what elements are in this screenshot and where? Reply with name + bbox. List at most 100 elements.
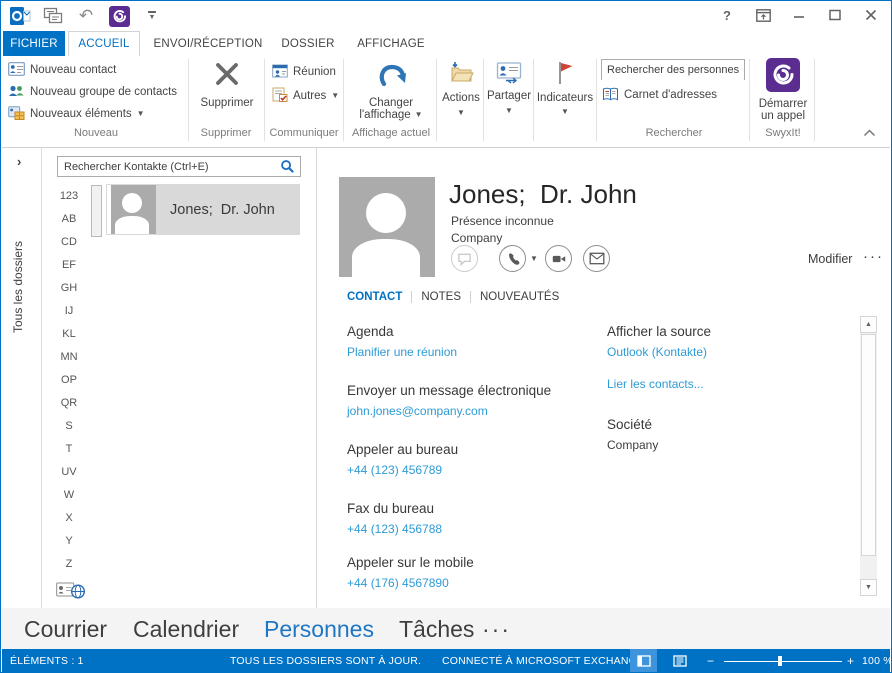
alpha-index-x[interactable]: X	[54, 512, 84, 524]
more-communicate-button[interactable]: Autres ▼	[272, 86, 339, 106]
search-icon[interactable]	[280, 159, 295, 174]
actions-button[interactable]: Actions ▼	[439, 60, 483, 117]
tab-notes[interactable]: NOTES	[421, 291, 461, 303]
more-options-icon[interactable]: ···	[863, 248, 884, 265]
alpha-index-ij[interactable]: IJ	[54, 305, 84, 317]
phone-options-chevron-icon[interactable]: ▼	[530, 255, 538, 263]
field-work-fax: Fax du bureau +44 (123) 456788	[347, 501, 597, 536]
alpha-index-y[interactable]: Y	[54, 535, 84, 547]
find-people-searchbox[interactable]	[601, 59, 745, 80]
address-book-button[interactable]: Carnet d'adresses	[602, 85, 717, 105]
share-card-icon	[496, 60, 522, 87]
work-phone-link[interactable]: +44 (123) 456789	[347, 463, 597, 477]
alpha-index-ab[interactable]: AB	[54, 213, 84, 225]
share-button[interactable]: Partager ▼	[486, 60, 532, 115]
link-contacts-link[interactable]: Lier les contacts...	[607, 377, 704, 391]
alpha-index-qr[interactable]: QR	[54, 397, 84, 409]
mobile-phone-link[interactable]: +44 (176) 4567890	[347, 576, 597, 590]
change-view-label-2: l'affichage	[359, 109, 410, 121]
contact-list-pane: 123 AB CD EF GH IJ KL MN OP QR S T UV W …	[43, 148, 317, 608]
zoom-out-icon[interactable]: −	[707, 654, 714, 668]
contact-presence: Présence inconnue	[451, 214, 554, 228]
alpha-index-s[interactable]: S	[54, 420, 84, 432]
contact-searchbox[interactable]	[57, 156, 301, 177]
tab-contact[interactable]: CONTACT	[347, 291, 402, 303]
alpha-index-cd[interactable]: CD	[54, 236, 84, 248]
group-label-rechercher: Rechercher	[599, 127, 749, 139]
alpha-index-123[interactable]: 123	[54, 190, 84, 202]
reading-pane-scrollbar[interactable]: ▲ ▼	[860, 316, 877, 596]
delete-button[interactable]: Supprimer	[194, 60, 260, 109]
tab-dossier[interactable]: DOSSIER	[276, 31, 340, 56]
alpha-index-w[interactable]: W	[54, 489, 84, 501]
alpha-index-uv[interactable]: UV	[54, 466, 84, 478]
tab-fichier[interactable]: FICHIER	[3, 31, 65, 56]
contact-list-item-selected[interactable]: Jones; Dr. John	[106, 184, 300, 235]
contact-search-input[interactable]	[58, 161, 280, 173]
expand-folder-pane-icon[interactable]: ›	[17, 154, 21, 169]
zoom-in-icon[interactable]: +	[847, 654, 854, 668]
scrollbar-thumb[interactable]	[861, 334, 876, 556]
customize-toolbar-icon[interactable]: ▼	[141, 5, 163, 27]
im-chat-icon[interactable]	[451, 245, 478, 272]
alpha-index-t[interactable]: T	[54, 443, 84, 455]
schedule-meeting-link[interactable]: Planifier une réunion	[347, 345, 597, 359]
zoom-slider-track[interactable]	[724, 661, 842, 662]
alpha-index-ef[interactable]: EF	[54, 259, 84, 271]
call-phone-icon[interactable]	[499, 245, 526, 272]
contact-list-scrollbar[interactable]	[91, 185, 102, 237]
field-label: Appeler au bureau	[347, 442, 597, 457]
video-call-icon[interactable]	[545, 245, 572, 272]
nav-courrier[interactable]: Courrier	[24, 616, 107, 643]
folder-pane-label[interactable]: Tous les dossiers	[11, 241, 25, 333]
tab-nouveautes[interactable]: NOUVEAUTÉS	[480, 291, 559, 303]
alpha-index-op[interactable]: OP	[54, 374, 84, 386]
change-view-button[interactable]: Changer l'affichage▼	[348, 58, 434, 121]
ribbon-separator	[436, 59, 437, 141]
collapse-ribbon-icon[interactable]	[863, 124, 876, 142]
nav-calendrier[interactable]: Calendrier	[133, 616, 239, 643]
email-link[interactable]: john.jones@company.com	[347, 404, 597, 418]
help-icon[interactable]: ?	[717, 6, 737, 24]
zoom-slider-thumb[interactable]	[778, 656, 782, 666]
alpha-index-mn[interactable]: MN	[54, 351, 84, 363]
nav-taches[interactable]: Tâches	[399, 616, 474, 643]
meeting-button[interactable]: Réunion	[272, 62, 336, 82]
flags-button[interactable]: Indicateurs ▼	[536, 60, 594, 116]
ribbon-separator	[483, 59, 484, 141]
scroll-down-icon[interactable]: ▼	[860, 579, 877, 596]
start-call-button[interactable]: Démarrer un appel	[754, 58, 812, 122]
reading-view-icon[interactable]	[666, 649, 693, 673]
send-receive-icon[interactable]	[42, 5, 64, 27]
alpha-index-z[interactable]: Z	[54, 558, 84, 570]
chevron-down-icon: ▼	[415, 111, 423, 119]
search-people-web-icon[interactable]	[56, 581, 86, 604]
swyxit-quick-icon[interactable]	[108, 5, 130, 27]
ribbon-display-options-icon[interactable]	[753, 6, 773, 24]
nav-personnes[interactable]: Personnes	[264, 616, 374, 643]
minimize-icon[interactable]	[789, 6, 809, 24]
new-contact-group-button[interactable]: Nouveau groupe de contacts	[8, 82, 177, 102]
contact-avatar	[335, 177, 435, 277]
undo-icon[interactable]: ↶	[75, 5, 97, 27]
new-items-button[interactable]: Nouveaux éléments ▼	[8, 104, 145, 124]
normal-view-icon[interactable]	[630, 649, 657, 673]
alpha-index-gh[interactable]: GH	[54, 282, 84, 294]
edit-contact-link[interactable]: Modifier	[808, 252, 852, 266]
maximize-icon[interactable]	[825, 6, 845, 24]
find-people-input[interactable]	[602, 61, 744, 80]
source-link[interactable]: Outlook (Kontakte)	[607, 345, 857, 359]
send-email-icon[interactable]	[583, 245, 610, 272]
tab-accueil[interactable]: ACCUEIL	[68, 31, 140, 56]
work-fax-link[interactable]: +44 (123) 456788	[347, 522, 597, 536]
tab-affichage[interactable]: AFFICHAGE	[352, 31, 430, 56]
address-book-label: Carnet d'adresses	[624, 89, 717, 101]
alpha-index-kl[interactable]: KL	[54, 328, 84, 340]
close-icon[interactable]	[861, 6, 881, 24]
new-contact-button[interactable]: Nouveau contact	[8, 60, 116, 80]
scroll-up-icon[interactable]: ▲	[860, 316, 877, 333]
status-connected-exchange: CONNECTÉ À MICROSOFT EXCHANGE	[442, 655, 644, 667]
nav-more-icon[interactable]: ···	[482, 616, 511, 643]
zoom-level[interactable]: 100 %	[862, 655, 892, 667]
tab-envoi-reception[interactable]: ENVOI/RÉCEPTION	[152, 31, 264, 56]
